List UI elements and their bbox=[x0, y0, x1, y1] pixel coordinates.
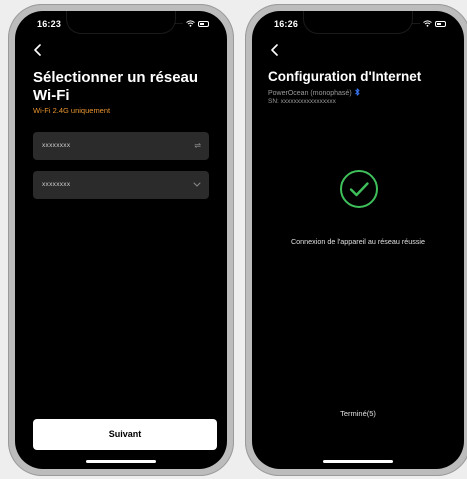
chevron-left-icon bbox=[271, 44, 278, 56]
next-button[interactable]: Suivant bbox=[33, 419, 217, 450]
back-button[interactable] bbox=[270, 44, 284, 58]
page-title: Configuration d'Internet bbox=[268, 69, 422, 84]
back-button[interactable] bbox=[33, 44, 47, 58]
chevron-left-icon bbox=[34, 44, 41, 56]
password-field[interactable]: xxxxxxxx bbox=[33, 171, 209, 199]
status-icons: ···· bbox=[412, 20, 446, 27]
swap-icon[interactable]: ⇌ bbox=[194, 132, 201, 160]
battery-icon bbox=[198, 20, 209, 27]
device-name: PowerOcean (monophasé) bbox=[268, 89, 352, 97]
wifi-icon bbox=[186, 20, 195, 27]
home-indicator[interactable] bbox=[86, 460, 156, 463]
wifi-band-hint: Wi-Fi 2.4G uniquement bbox=[33, 106, 111, 115]
wifi-icon bbox=[423, 20, 432, 27]
battery-icon bbox=[435, 20, 446, 27]
wifi-selection-screen: 16:23 ···· Sélectionner un réseau Wi-Fi … bbox=[15, 11, 227, 469]
bluetooth-icon bbox=[354, 88, 360, 98]
device-info: PowerOcean (monophasé) bbox=[268, 88, 360, 98]
success-check-icon bbox=[340, 170, 378, 208]
chevron-down-icon[interactable] bbox=[193, 171, 201, 199]
home-indicator[interactable] bbox=[323, 460, 393, 463]
notch bbox=[67, 11, 175, 33]
internet-config-screen: 16:26 ···· Configuration d'Internet Powe… bbox=[252, 11, 464, 469]
page-title: Sélectionner un réseau Wi-Fi bbox=[33, 69, 199, 104]
status-time: 16:23 bbox=[37, 19, 62, 29]
password-value: xxxxxxxx bbox=[42, 181, 71, 188]
signal-icon: ···· bbox=[175, 20, 183, 27]
status-icons: ···· bbox=[175, 20, 209, 27]
phone-frame-left: 16:23 ···· Sélectionner un réseau Wi-Fi … bbox=[8, 4, 234, 476]
screenshot-stage: 16:23 ···· Sélectionner un réseau Wi-Fi … bbox=[0, 0, 467, 479]
signal-icon: ···· bbox=[412, 20, 420, 27]
done-button[interactable]: Terminé(5) bbox=[252, 409, 464, 418]
success-message: Connexion de l'appareil au réseau réussi… bbox=[290, 237, 426, 246]
notch bbox=[304, 11, 412, 33]
serial-number: SN: xxxxxxxxxxxxxxxxx bbox=[268, 98, 336, 105]
phone-frame-right: 16:26 ···· Configuration d'Internet Powe… bbox=[245, 4, 467, 476]
status-time: 16:26 bbox=[274, 19, 299, 29]
network-name-field[interactable]: xxxxxxxx ⇌ bbox=[33, 132, 209, 160]
network-name-value: xxxxxxxx bbox=[42, 142, 71, 149]
